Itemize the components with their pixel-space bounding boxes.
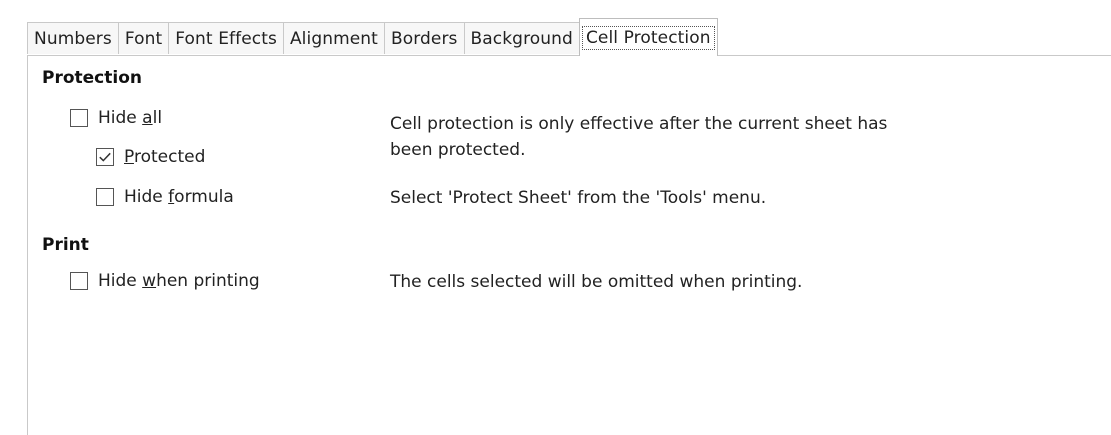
protection-info-line: been protected.	[390, 140, 526, 160]
hide-all-checkbox[interactable]: Hide all	[70, 108, 162, 128]
tab-label: Font Effects	[175, 28, 277, 49]
print-info-text: The cells selected will be omitted when …	[390, 272, 803, 292]
hide-when-printing-checkbox[interactable]: Hide when printing	[70, 271, 260, 291]
tab-numbers[interactable]: Numbers	[27, 22, 119, 54]
tab-label: Borders	[390, 28, 458, 49]
tab-alignment[interactable]: Alignment	[282, 22, 385, 54]
tab-label: Font	[124, 28, 163, 49]
print-section-title: Print	[42, 235, 89, 255]
tab-borders[interactable]: Borders	[383, 22, 465, 54]
protection-section-title: Protection	[42, 68, 142, 88]
hide-formula-label: Hide formula	[124, 187, 234, 207]
tab-label: Background	[470, 28, 573, 49]
checkbox-box[interactable]	[70, 272, 88, 290]
hide-all-label: Hide all	[98, 108, 163, 128]
tab-bar: Numbers Font Font Effects Alignment Bord…	[27, 18, 718, 56]
tab-font-effects[interactable]: Font Effects	[168, 22, 284, 54]
tab-label: Alignment	[289, 28, 378, 49]
checkbox-box[interactable]	[70, 109, 88, 127]
tab-label: Cell Protection	[581, 25, 715, 50]
tab-font[interactable]: Font	[117, 22, 170, 54]
hide-when-printing-label: Hide when printing	[98, 271, 260, 291]
checkbox-box[interactable]	[96, 188, 114, 206]
protection-info-text: Cell protection is only effective after …	[390, 111, 887, 163]
hide-formula-checkbox[interactable]: Hide formula	[96, 187, 234, 207]
cell-protection-panel: Protection Hide all Protected Hide formu…	[27, 55, 1111, 435]
tab-background[interactable]: Background	[463, 22, 580, 54]
tab-label: Numbers	[34, 28, 112, 49]
protect-sheet-hint: Select 'Protect Sheet' from the 'Tools' …	[390, 188, 767, 208]
protected-checkbox[interactable]: Protected	[96, 147, 205, 167]
protected-label: Protected	[124, 147, 206, 167]
checkbox-box[interactable]	[96, 148, 114, 166]
checkmark-icon	[99, 152, 111, 162]
protection-info-line: Cell protection is only effective after …	[390, 114, 888, 134]
format-cells-dialog: Numbers Font Font Effects Alignment Bord…	[0, 0, 1111, 435]
tab-cell-protection[interactable]: Cell Protection	[578, 18, 718, 56]
